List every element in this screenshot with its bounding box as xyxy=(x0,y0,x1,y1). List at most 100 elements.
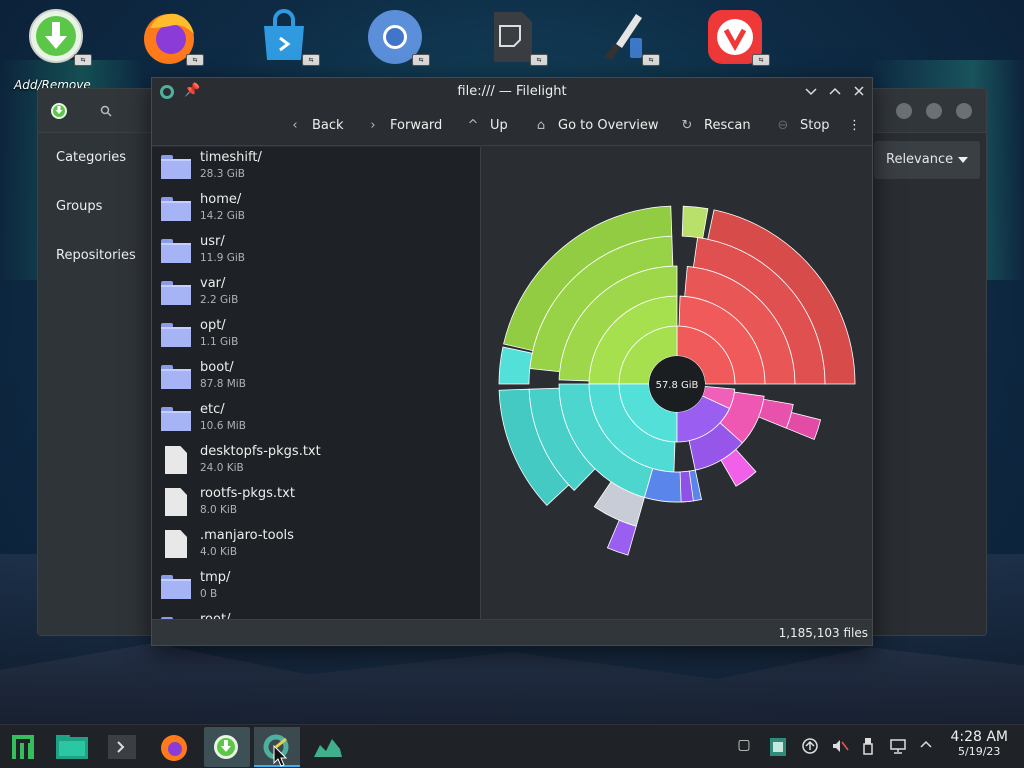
file-name: var/ xyxy=(200,276,226,291)
folder-icon xyxy=(161,575,191,599)
chevron-left-icon: ‹ xyxy=(292,118,298,133)
file-list-item[interactable]: boot/87.8 MiB xyxy=(152,357,480,399)
clock-date: 5/19/23 xyxy=(958,745,1001,758)
firefox-icon[interactable]: ⇆ xyxy=(140,8,204,72)
minimize-button[interactable] xyxy=(802,84,820,98)
search-icon[interactable] xyxy=(100,105,112,117)
minimize-button[interactable] xyxy=(896,103,912,119)
close-button[interactable] xyxy=(956,103,972,119)
radial-map[interactable]: 57.8 GiB xyxy=(481,147,873,621)
file-name: etc/ xyxy=(200,402,225,417)
taskbar-firefox[interactable] xyxy=(152,727,198,767)
volume-muted-icon[interactable] xyxy=(830,737,850,757)
folder-icon xyxy=(161,407,191,431)
chevron-right-icon: › xyxy=(370,118,376,133)
forward-button[interactable]: › Forward xyxy=(364,106,442,146)
bg-window-sidebar: Categories Groups Repositories xyxy=(38,133,152,635)
file-size: 2.2 GiB xyxy=(200,294,239,306)
sidebar-item-repositories[interactable]: Repositories xyxy=(38,231,152,280)
chevron-down-icon xyxy=(958,157,968,163)
segment-usr-violet[interactable] xyxy=(606,519,637,556)
mouse-cursor-icon xyxy=(273,745,287,767)
add-remove-software-icon[interactable]: ⇆ xyxy=(28,8,92,72)
file-size: 11.9 GiB xyxy=(200,252,245,264)
update-notifier-icon[interactable] xyxy=(800,737,820,757)
file-name: timeshift/ xyxy=(200,150,262,165)
usb-device-icon[interactable] xyxy=(858,737,878,757)
file-list-item[interactable]: opt/1.1 GiB xyxy=(152,315,480,357)
network-icon[interactable] xyxy=(888,737,908,757)
toolbar: ‹ Back › Forward ^ Up ⌂ Go to Overview ↻ Resc… xyxy=(152,106,872,146)
libreoffice-icon[interactable]: ⇆ xyxy=(484,8,548,72)
software-install-icon xyxy=(214,735,238,759)
taskbar-system-monitor[interactable] xyxy=(306,727,352,767)
software-store-icon[interactable]: ⇆ xyxy=(256,8,320,72)
up-button[interactable]: ^ Up xyxy=(464,106,508,146)
taskbar-terminal[interactable] xyxy=(100,727,146,767)
file-list-item[interactable]: rootfs-pkgs.txt 8.0 KiB xyxy=(152,483,480,525)
manjaro-icon xyxy=(12,735,34,759)
maximize-button[interactable] xyxy=(826,84,844,98)
go-to-overview-button[interactable]: ⌂ Go to Overview xyxy=(532,106,659,146)
folder-icon xyxy=(161,365,191,389)
file-name: desktopfs-pkgs.txt xyxy=(200,444,321,459)
taskbar: ▢ 4:28 AM 5/19/23 xyxy=(0,724,1024,768)
file-size: 8.0 KiB xyxy=(200,504,238,516)
file-size: 14.2 GiB xyxy=(200,210,245,222)
refresh-icon: ↻ xyxy=(681,118,693,133)
tray-expand-chevron-up-icon[interactable] xyxy=(916,737,936,757)
file-icon xyxy=(165,488,187,516)
stop-button[interactable]: ⊖ Stop xyxy=(774,106,830,146)
file-size: 4.0 KiB xyxy=(200,546,238,558)
file-size: 87.8 MiB xyxy=(200,378,246,390)
folder-icon xyxy=(161,197,191,221)
clipboard-icon[interactable] xyxy=(768,737,788,757)
file-list-item[interactable]: timeshift/28.3 GiB xyxy=(152,147,480,189)
folder-icon xyxy=(56,735,88,759)
file-name: rootfs-pkgs.txt xyxy=(200,486,295,501)
vivaldi-icon[interactable]: ⇆ xyxy=(706,8,770,72)
radial-map-panel[interactable]: 57.8 GiB xyxy=(480,147,872,621)
file-count: 1,185,103 files xyxy=(778,626,868,640)
file-list-item[interactable]: usr/11.9 GiB xyxy=(152,231,480,273)
file-icon xyxy=(165,530,187,558)
folder-icon xyxy=(161,323,191,347)
file-name: usr/ xyxy=(200,234,225,249)
radial-center-label: 57.8 GiB xyxy=(656,380,699,391)
home-icon: ⌂ xyxy=(536,118,546,133)
filelight-titlebar[interactable]: 📌 file:/// — Filelight xyxy=(152,78,872,106)
sidebar-item-groups[interactable]: Groups xyxy=(38,182,152,231)
file-list-item[interactable]: .manjaro-tools 4.0 KiB xyxy=(152,525,480,567)
folder-icon xyxy=(161,155,191,179)
clock[interactable]: 4:28 AM 5/19/23 xyxy=(950,729,1008,758)
file-list-item[interactable]: home/14.2 GiB xyxy=(152,189,480,231)
sidebar-item-categories[interactable]: Categories xyxy=(38,133,152,182)
back-button[interactable]: ‹ Back xyxy=(286,106,343,146)
segment-opt-child[interactable] xyxy=(785,412,822,440)
menu-icon[interactable]: ⋮ xyxy=(848,106,861,146)
maximize-button[interactable] xyxy=(926,103,942,119)
taskbar-add-remove-software[interactable] xyxy=(204,727,250,767)
window-title: file:/// — Filelight xyxy=(457,84,567,99)
file-size: 24.0 KiB xyxy=(200,462,244,474)
file-list-item[interactable]: desktopfs-pkgs.txt 24.0 KiB xyxy=(152,441,480,483)
segment-small-green[interactable] xyxy=(681,205,709,239)
segment-cyan-small[interactable] xyxy=(498,346,533,385)
rescan-button[interactable]: ↻ Rescan xyxy=(678,106,751,146)
sort-dropdown-label: Relevance xyxy=(886,152,954,167)
chromium-icon[interactable]: ⇆ xyxy=(366,8,430,72)
folder-icon xyxy=(161,239,191,263)
file-list-item[interactable]: var/2.2 GiB xyxy=(152,273,480,315)
file-size: 28.3 GiB xyxy=(200,168,245,180)
application-menu-button[interactable] xyxy=(2,727,48,767)
sort-dropdown[interactable]: Relevance xyxy=(874,141,980,179)
file-list-item[interactable]: etc/10.6 MiB xyxy=(152,399,480,441)
close-button[interactable] xyxy=(850,84,868,98)
file-list[interactable]: timeshift/28.3 GiB home/14.2 GiB usr/11.9 … xyxy=(152,147,480,621)
clock-time: 4:28 AM xyxy=(950,729,1008,745)
paint-brush-icon[interactable]: ⇆ xyxy=(596,8,660,72)
taskbar-file-manager[interactable] xyxy=(50,727,96,767)
filelight-window[interactable]: 📌 file:/// — Filelight ‹ Back › Forward ^ U… xyxy=(151,77,873,646)
file-list-item[interactable]: tmp/0 B xyxy=(152,567,480,609)
show-desktop-icon[interactable]: ▢ xyxy=(734,737,754,757)
